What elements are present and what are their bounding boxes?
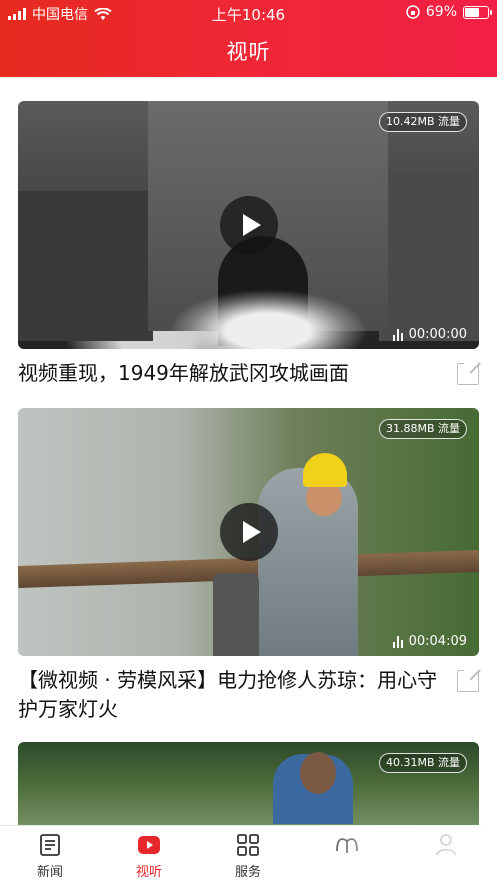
battery-icon — [463, 5, 492, 19]
page-title: 视听 — [226, 40, 271, 64]
share-icon[interactable] — [457, 668, 479, 692]
header: 中国电信 上午10:46 69% 视听 — [0, 0, 497, 77]
duration-label: 00:00:00 — [392, 327, 467, 342]
duration-text: 00:04:09 — [408, 634, 467, 649]
video-title[interactable]: 视频重现，1949年解放武冈攻城画面 — [18, 359, 438, 388]
video-title[interactable]: 【微视频 · 劳模风采】电力抢修人苏琼：用心守护万家灯火 — [18, 666, 438, 724]
video-thumbnail[interactable]: 31.88MB 流量 00:04:09 — [18, 408, 479, 656]
video-card[interactable]: 10.42MB 流量 00:00:00 视频重现，1949年解放武冈攻城画面 — [18, 101, 479, 388]
audio-bars-icon — [392, 328, 403, 341]
tab-news[interactable]: 新闻 — [0, 826, 100, 884]
share-icon[interactable] — [457, 361, 479, 385]
traffic-badge: 31.88MB 流量 — [378, 419, 467, 439]
news-icon — [40, 834, 60, 856]
battery-percent: 69% — [425, 4, 457, 20]
grid-icon — [237, 834, 259, 856]
tab-label: 视听 — [135, 865, 162, 880]
duration-text: 00:00:00 — [408, 327, 467, 342]
video-thumbnail[interactable]: 10.42MB 流量 00:00:00 — [18, 101, 479, 349]
traffic-badge: 10.42MB 流量 — [378, 112, 467, 132]
play-button[interactable] — [219, 503, 278, 561]
tab-label: 新闻 — [36, 865, 63, 880]
play-button[interactable] — [219, 196, 278, 254]
tab-services[interactable]: 服务 — [198, 826, 298, 884]
video-card[interactable]: 31.88MB 流量 00:04:09 【微视频 · 劳模风采】电力抢修人苏琼：… — [18, 408, 479, 724]
video-card[interactable]: 40.31MB 流量 — [18, 742, 479, 832]
video-thumbnail[interactable]: 40.31MB 流量 — [18, 742, 479, 832]
status-bar: 中国电信 上午10:46 69% — [0, 0, 497, 26]
traffic-badge: 40.31MB 流量 — [378, 753, 467, 773]
duration-label: 00:04:09 — [392, 634, 467, 649]
tab-label: 服务 — [234, 865, 261, 880]
rotation-lock-icon — [406, 5, 420, 19]
tab-bar-fade-overlay — [300, 825, 497, 883]
video-play-icon — [138, 836, 160, 854]
tab-video[interactable]: 视听 — [99, 826, 199, 884]
audio-bars-icon — [392, 635, 403, 648]
